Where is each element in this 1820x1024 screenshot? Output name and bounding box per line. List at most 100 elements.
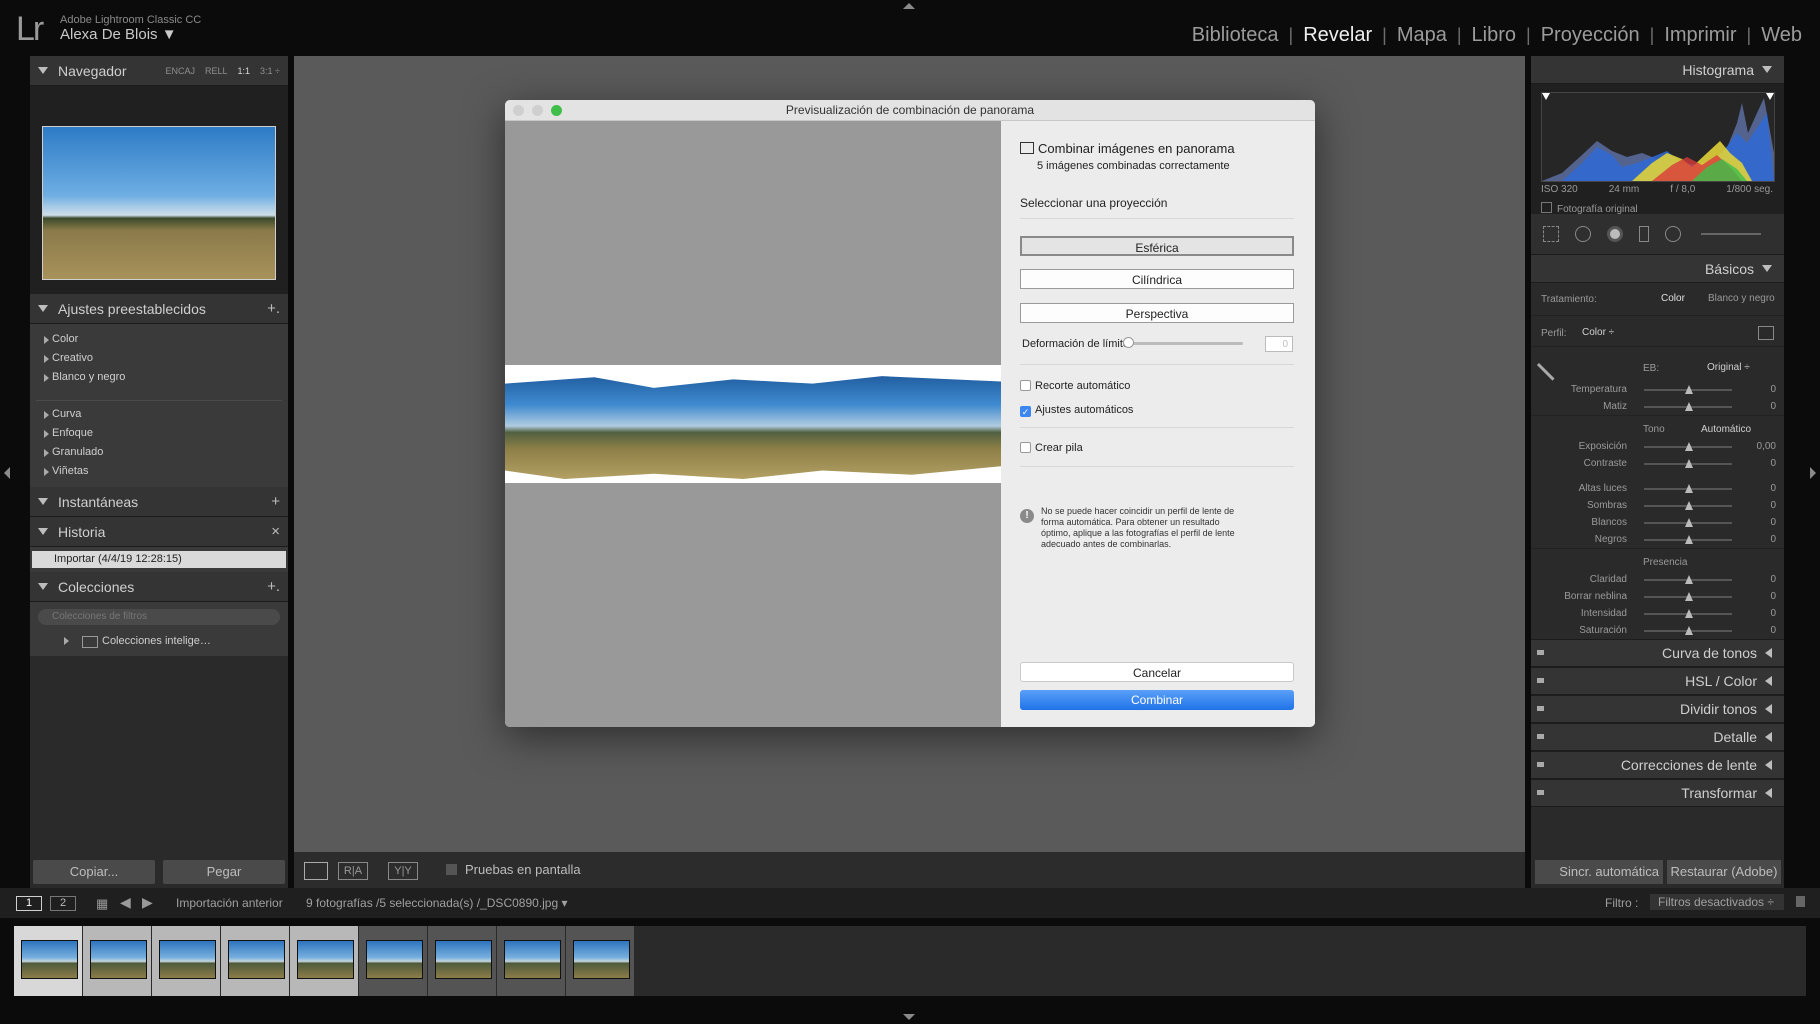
profile-select[interactable]: Color ÷ [1582,327,1614,338]
filmstrip-thumbnail[interactable] [152,926,220,996]
spot-removal-icon[interactable] [1575,226,1591,242]
radial-filter-icon[interactable] [1665,226,1681,242]
tone-auto-button[interactable]: Automático [1701,424,1751,435]
panel-switch-icon[interactable] [1537,762,1544,767]
soft-proofing-toggle[interactable]: Pruebas en pantalla [446,862,581,877]
checkbox[interactable] [446,864,457,875]
slider-knob[interactable] [1685,459,1693,468]
slider-knob[interactable] [1685,609,1693,618]
module-libro[interactable]: Libro [1462,24,1526,47]
forward-icon[interactable]: ▶ [142,894,153,911]
projection-spherical-button[interactable]: Esférica [1020,236,1294,256]
checkbox[interactable] [1020,380,1031,391]
panel-header-collapsed[interactable]: HSL / Color [1531,667,1784,695]
history-header[interactable]: Historia × [30,517,288,547]
histogram-graph[interactable] [1541,92,1775,182]
collapse-right-icon[interactable] [1810,467,1816,479]
preset-folder[interactable]: Creativo [30,349,288,368]
module-imprimir[interactable]: Imprimir [1654,24,1746,47]
slider-value[interactable]: 0 [1770,574,1776,585]
filmstrip-thumbnail[interactable] [14,926,82,996]
zoom-1-1[interactable]: 1:1 [238,66,251,76]
slider-knob[interactable] [1685,501,1693,510]
module-web[interactable]: Web [1751,24,1812,47]
grid-view-icon[interactable]: ▦ [96,896,108,912]
slider-knob[interactable] [1685,626,1693,635]
preset-folder[interactable]: Granulado [30,443,288,462]
zoom-fill[interactable]: RELL [205,66,228,76]
panel-header-collapsed[interactable]: Curva de tonos [1531,639,1784,667]
preset-folder[interactable]: Color [30,330,288,349]
zoom-3-1[interactable]: 3:1 ÷ [260,66,280,76]
panel-header-collapsed[interactable]: Detalle [1531,723,1784,751]
zoom-dot-icon[interactable] [551,105,562,116]
module-mapa[interactable]: Mapa [1387,24,1457,47]
preset-folder[interactable]: Viñetas [30,462,288,481]
slider-value[interactable]: 0 [1770,608,1776,619]
filmstrip-thumbnail[interactable] [221,926,289,996]
filmstrip-thumbnail[interactable] [359,926,427,996]
create-stack-checkbox[interactable]: Crear pila [1020,442,1083,454]
preset-folder[interactable]: Curva [30,405,288,424]
slider-knob[interactable] [1685,518,1693,527]
slider-knob[interactable] [1685,385,1693,394]
slider-knob[interactable] [1685,535,1693,544]
filmstrip-thumbnail[interactable] [83,926,151,996]
auto-sync-button[interactable]: Sincr. automática [1535,860,1663,884]
filmstrip-thumbnail[interactable] [497,926,565,996]
auto-crop-checkbox[interactable]: Recorte automático [1020,380,1130,392]
slider-value[interactable]: 0 [1770,401,1776,412]
filter-select[interactable]: Filtros desactivados ÷ [1650,894,1784,910]
collapse-bottom-icon[interactable] [903,1014,915,1020]
window-2-button[interactable]: 2 [50,896,76,911]
slider-value[interactable]: 0 [1770,384,1776,395]
source-label[interactable]: Importación anterior [176,896,283,910]
slider-knob[interactable] [1685,575,1693,584]
boundary-warp-value[interactable]: 0 [1265,336,1293,352]
treatment-color[interactable]: Color [1661,293,1685,304]
slider-value[interactable]: 0 [1770,591,1776,602]
checkbox[interactable] [1020,442,1031,453]
before-after-button[interactable]: Y|Y [388,862,418,880]
module-biblioteca[interactable]: Biblioteca [1182,24,1289,47]
presets-header[interactable]: Ajustes preestablecidos +. [30,294,288,324]
paste-button[interactable]: Pegar [163,860,285,884]
histogram-header[interactable]: Histograma [1531,56,1784,84]
profile-browser-icon[interactable] [1758,326,1774,340]
panel-switch-icon[interactable] [1537,706,1544,711]
reset-button[interactable]: Restaurar (Adobe) [1667,860,1781,884]
panel-switch-icon[interactable] [1537,734,1544,739]
slider-value[interactable]: 0,00 [1757,441,1776,452]
copy-button[interactable]: Copiar... [33,860,155,884]
crop-tool-icon[interactable] [1543,226,1559,242]
cancel-button[interactable]: Cancelar [1020,662,1294,682]
panel-header-collapsed[interactable]: Transformar [1531,779,1784,807]
panel-switch-icon[interactable] [1537,790,1544,795]
history-item[interactable]: Importar (4/4/19 12:28:15) [32,551,286,568]
auto-settings-checkbox[interactable]: ✓ Ajustes automáticos [1020,404,1133,417]
wb-select[interactable]: Original ÷ [1707,362,1750,373]
module-proyeccion[interactable]: Proyección [1531,24,1650,47]
clear-history-icon[interactable]: × [271,523,280,540]
close-dot-icon[interactable] [513,105,524,116]
merge-button[interactable]: Combinar [1020,690,1294,710]
navigator-header[interactable]: Navegador ENCAJ RELL 1:1 3:1 ÷ [30,56,288,86]
collections-header[interactable]: Colecciones +. [30,572,288,602]
user-name[interactable]: Alexa De Blois ▼ [60,26,177,43]
panel-switch-icon[interactable] [1537,678,1544,683]
slider-knob[interactable] [1685,442,1693,451]
add-preset-icon[interactable]: +. [267,300,280,317]
collapse-left-icon[interactable] [4,467,10,479]
boundary-warp-slider[interactable] [1129,342,1243,345]
filter-lock-icon[interactable] [1796,896,1805,907]
checkbox-checked[interactable]: ✓ [1020,406,1031,417]
slider-knob[interactable] [1685,402,1693,411]
panel-header-collapsed[interactable]: Correcciones de lente [1531,751,1784,779]
slider-value[interactable]: 0 [1770,517,1776,528]
graduated-filter-icon[interactable] [1639,226,1649,242]
minimize-dot-icon[interactable] [532,105,543,116]
loupe-view-icon[interactable] [304,862,328,880]
compare-view-button[interactable]: R|A [338,862,368,880]
projection-perspective-button[interactable]: Perspectiva [1020,303,1294,323]
filmstrip-thumbnail[interactable] [428,926,496,996]
